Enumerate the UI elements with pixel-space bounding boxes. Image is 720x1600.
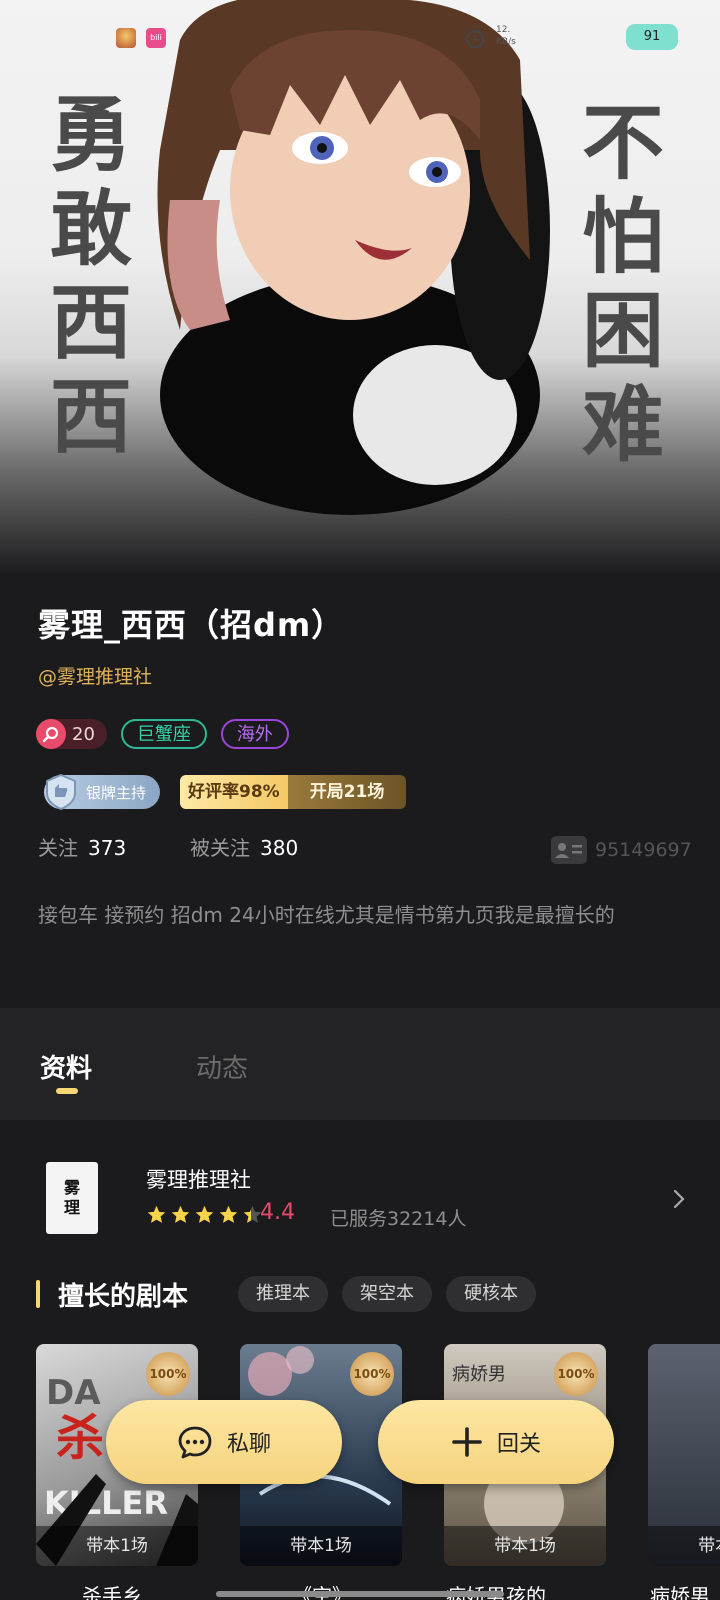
club-handle-link[interactable]: @雾理推理社 bbox=[38, 662, 152, 689]
cover-caption: 带本1场 bbox=[36, 1526, 198, 1566]
follow-back-label: 回关 bbox=[496, 1432, 541, 1457]
user-name: 雾理_西西（招dm） bbox=[38, 606, 345, 644]
svg-text:病娇男: 病娇男 bbox=[452, 1364, 506, 1385]
cover-caption: 带本1场 bbox=[240, 1526, 402, 1566]
private-chat-label: 私聊 bbox=[226, 1432, 271, 1457]
genre-chip[interactable]: 推理本 bbox=[238, 1276, 328, 1312]
star-icon bbox=[195, 1205, 214, 1223]
video-app-icon: bili bbox=[146, 28, 166, 48]
shield-icon bbox=[46, 773, 76, 811]
club-served: 已服务32214人 bbox=[330, 1208, 467, 1230]
cover-char: 不 bbox=[581, 95, 664, 191]
cover-char: 怕 bbox=[581, 189, 664, 285]
network-speed-unit: KB/s bbox=[496, 37, 516, 47]
following-count: 373 bbox=[88, 836, 127, 860]
script-title[interactable]: 病娇男孩的… bbox=[446, 1580, 566, 1600]
id-card-icon bbox=[551, 836, 587, 864]
network-speed: 12. KB/s bbox=[496, 24, 516, 48]
region-tag: 海外 bbox=[220, 719, 289, 749]
network-speed-value: 12. bbox=[496, 25, 511, 35]
cover-char: 难 bbox=[581, 377, 664, 473]
cover-char: 困 bbox=[581, 283, 664, 379]
followers-stat[interactable]: 被关注 380 bbox=[190, 832, 298, 861]
club-logo-char: 雾 bbox=[63, 1178, 80, 1197]
followers-count: 380 bbox=[260, 836, 299, 860]
tab-moments[interactable]: 动态 bbox=[196, 1048, 248, 1085]
cover-caption: 带本1场 bbox=[648, 1526, 720, 1566]
private-chat-button[interactable]: 私聊 bbox=[106, 1400, 342, 1484]
portrait-illustration bbox=[157, 0, 550, 515]
level-value: 20 bbox=[72, 723, 95, 745]
genre-chip[interactable]: 硬核本 bbox=[446, 1276, 536, 1312]
club-logo-char: 理 bbox=[63, 1198, 80, 1217]
good-rate: 好评率98% bbox=[180, 775, 288, 809]
plus-icon bbox=[452, 1427, 482, 1457]
profile-cover: 勇 敢 西 西 不 怕 困 难 bili 12. KB/s 91 bbox=[0, 0, 720, 575]
cover-text-left: 勇 敢 西 西 bbox=[46, 88, 136, 464]
club-name[interactable]: 雾理推理社 bbox=[146, 1164, 251, 1194]
genre-chip[interactable]: 架空本 bbox=[342, 1276, 432, 1312]
club-rating-stars bbox=[146, 1204, 263, 1225]
alarm-icon bbox=[465, 29, 485, 49]
zodiac-tag: 巨蟹座 bbox=[120, 719, 207, 749]
script-cover[interactable]: 带本1场 bbox=[648, 1344, 720, 1566]
tab-indicator bbox=[56, 1088, 78, 1094]
section-accent bbox=[36, 1280, 40, 1308]
status-bar: bili 12. KB/s 91 bbox=[0, 18, 720, 58]
chat-bubble-icon bbox=[178, 1426, 212, 1459]
star-icon bbox=[171, 1205, 190, 1223]
cover-char: 西 bbox=[49, 369, 132, 465]
section-title: 擅长的剧本 bbox=[58, 1282, 189, 1312]
following-label: 关注 bbox=[38, 836, 78, 860]
silver-host-badge[interactable]: 银牌主持 bbox=[44, 773, 160, 811]
games-count: 开局21场 bbox=[287, 775, 407, 809]
cover-char: 勇 bbox=[49, 87, 132, 183]
match-badge: 100% bbox=[350, 1352, 394, 1396]
user-id-value: 95149697 bbox=[595, 839, 692, 861]
club-logo[interactable]: 雾 理 bbox=[46, 1162, 98, 1234]
home-indicator[interactable] bbox=[216, 1591, 504, 1597]
match-badge: 100% bbox=[146, 1352, 190, 1396]
cover-caption: 带本1场 bbox=[444, 1526, 606, 1566]
following-stat[interactable]: 关注 373 bbox=[38, 832, 126, 861]
svg-text:DA: DA bbox=[46, 1373, 101, 1413]
silver-host-label: 银牌主持 bbox=[86, 783, 147, 802]
script-title[interactable]: 杀手乡 bbox=[82, 1580, 142, 1600]
tab-bar: 资料 动态 bbox=[0, 1008, 720, 1120]
profile-tags: 20 巨蟹座 海外 bbox=[36, 719, 289, 749]
cover-text-right: 不 怕 困 难 bbox=[578, 96, 668, 472]
user-id[interactable]: 95149697 bbox=[551, 836, 692, 864]
script-title[interactable]: 病娇男 bbox=[650, 1580, 710, 1600]
game-app-icon bbox=[116, 28, 136, 48]
svg-text:杀: 杀 bbox=[56, 1410, 104, 1466]
cover-char: 西 bbox=[49, 275, 132, 371]
genre-chips: 推理本 架空本 硬核本 bbox=[238, 1276, 536, 1312]
match-badge: 100% bbox=[554, 1352, 598, 1396]
star-icon bbox=[147, 1205, 166, 1223]
level-badge: 20 bbox=[36, 719, 107, 749]
script-title[interactable]: 《空》 bbox=[292, 1580, 352, 1600]
rating-badge: 好评率98% 开局21场 bbox=[180, 775, 407, 809]
followers-label: 被关注 bbox=[190, 836, 250, 860]
host-badges: 银牌主持 好评率98% 开局21场 bbox=[44, 773, 407, 811]
user-bio: 接包车 接预约 招dm 24小时在线尤其是情书第九页我是最擅长的 bbox=[38, 903, 615, 927]
tab-profile[interactable]: 资料 bbox=[40, 1048, 92, 1085]
battery-indicator: 91 bbox=[626, 24, 678, 50]
follow-back-button[interactable]: 回关 bbox=[378, 1400, 614, 1484]
club-score: 4.4 bbox=[260, 1200, 295, 1225]
chevron-right-icon[interactable] bbox=[672, 1188, 686, 1210]
star-icon bbox=[219, 1205, 238, 1223]
cover-char: 敢 bbox=[49, 181, 132, 277]
search-level-icon bbox=[36, 719, 66, 749]
